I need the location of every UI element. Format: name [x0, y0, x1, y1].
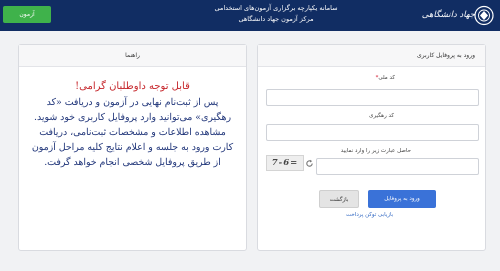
jahad-logo[interactable]: جهاد دانشگاهی: [413, 3, 495, 28]
guide-notice-line: از طریق پروفایل شخصی انجام خواهد گرفت.: [44, 157, 221, 168]
logo-text: جهاد دانشگاهی: [421, 10, 475, 20]
guide-notice-line: پس از ثبت‌نام نهایی در آزمون و دریافت «ک…: [46, 97, 219, 108]
login-panel: ورود به پروفایل کاربری کد ملی* کد رهگیری…: [257, 44, 486, 251]
refresh-captcha-icon[interactable]: [305, 159, 314, 168]
guide-panel-heading: راهنما: [19, 45, 246, 67]
header-title-line2: مرکز آزمون جهاد دانشگاهی: [238, 15, 314, 23]
captcha-image: 7-6=: [266, 155, 304, 171]
guide-notice-title: قابل توجه داوطلبان گرامی!: [75, 81, 190, 92]
tracking-code-input[interactable]: [266, 124, 479, 141]
captcha-input[interactable]: [316, 158, 479, 175]
national-code-label: کد ملی*: [375, 75, 395, 81]
captcha-label: حاصل عبارت زیر را وارد نمایید: [340, 148, 411, 154]
tracking-code-label: کد رهگیری: [369, 113, 394, 119]
login-panel-heading: ورود به پروفایل کاربری: [258, 45, 485, 67]
back-button[interactable]: بازگشت: [319, 190, 359, 208]
recover-payment-token-link[interactable]: بازیابی توکن پرداخت: [346, 212, 393, 218]
national-code-input[interactable]: [266, 89, 479, 106]
enter-profile-button[interactable]: ورود به پروفایل: [368, 190, 436, 208]
guide-panel: راهنما قابل توجه داوطلبان گرامی! پس از ث…: [18, 44, 247, 251]
guide-notice-line: مشاهده اطلاعات و مشخصات ثبت‌نامی، دریافت: [39, 127, 226, 138]
guide-notice-line: رهگیری» می‌توانید وارد پروفایل کاربری خو…: [33, 112, 232, 123]
top-header-bar: آزمون سامانه یکپارچه برگزاری آزمون‌های ا…: [0, 0, 500, 31]
header-title-line1: سامانه یکپارچه برگزاری آزمون‌های استخدام…: [214, 4, 338, 12]
guide-notice: قابل توجه داوطلبان گرامی! پس از ثبت‌نام …: [25, 78, 240, 170]
exam-button[interactable]: آزمون: [3, 6, 51, 23]
guide-notice-line: کارت ورود به جلسه و اعلام نتایج کلیه مرا…: [31, 142, 234, 153]
header-title: سامانه یکپارچه برگزاری آزمون‌های استخدام…: [176, 3, 376, 25]
